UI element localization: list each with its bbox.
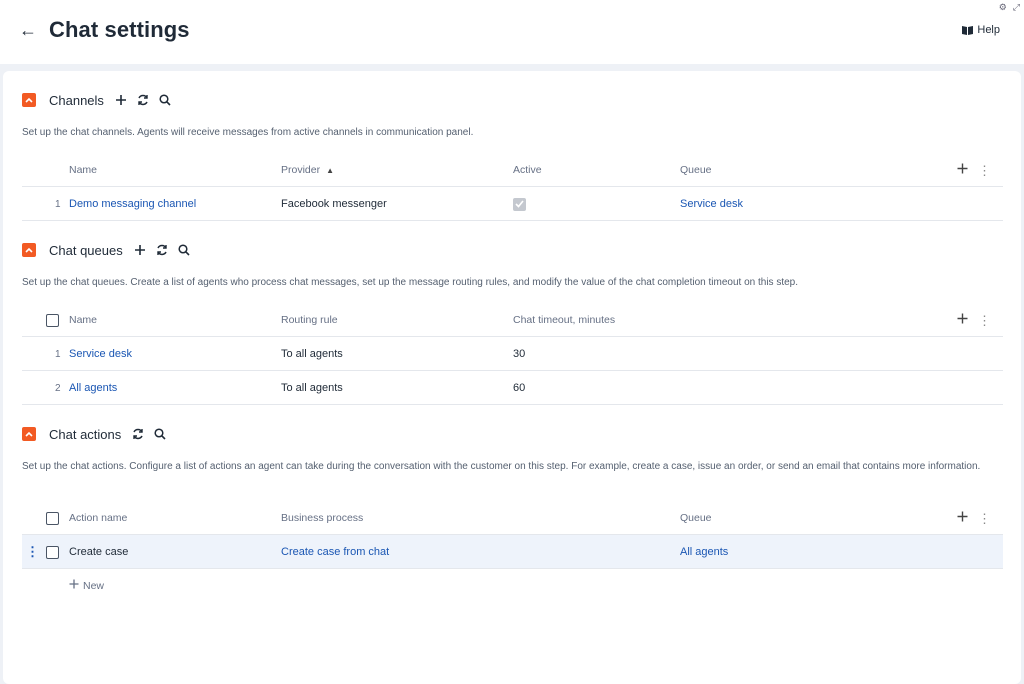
column-header-name[interactable]: Name — [69, 153, 97, 187]
queue-name-link[interactable]: Service desk — [69, 337, 132, 371]
table-row[interactable]: 2 All agents To all agents 60 — [22, 371, 1003, 405]
book-icon — [962, 25, 974, 35]
queues-header: Chat queues — [22, 240, 199, 260]
column-header-action-name[interactable]: Action name — [69, 501, 127, 535]
help-button[interactable]: Help — [962, 24, 1000, 36]
queues-description: Set up the chat queues. Create a list of… — [22, 277, 799, 288]
column-header-provider-label: Provider — [281, 164, 321, 176]
column-header-provider[interactable]: Provider ▲ — [281, 153, 334, 187]
action-name: Create case — [69, 546, 129, 558]
table-actions: ⋮ — [957, 501, 991, 535]
sort-ascending-icon: ▲ — [326, 165, 335, 175]
channel-name-link[interactable]: Demo messaging channel — [69, 187, 196, 221]
window-controls: ⚙ ⤢ — [999, 2, 1020, 13]
table-row[interactable]: 1 Service desk To all agents 30 — [22, 337, 1003, 371]
select-all-checkbox[interactable] — [46, 511, 59, 525]
channels-header: Channels — [22, 90, 180, 110]
refresh-icon[interactable] — [155, 243, 169, 257]
row-number: 1 — [55, 198, 61, 210]
add-column-icon[interactable] — [957, 163, 968, 177]
collapse-queues-button[interactable] — [22, 243, 36, 257]
column-header-routing-rule[interactable]: Routing rule — [281, 303, 338, 337]
queue-name-link[interactable]: All agents — [69, 371, 117, 405]
add-column-icon[interactable] — [957, 511, 968, 525]
active-checkbox-checked — [513, 197, 526, 211]
search-icon[interactable] — [177, 243, 191, 257]
gear-icon[interactable]: ⚙ — [999, 2, 1007, 13]
table-row[interactable]: ⋮ Create case Create case from chat All … — [22, 535, 1003, 569]
column-header-queue[interactable]: Queue — [680, 501, 712, 535]
add-icon[interactable] — [133, 243, 147, 257]
collapse-channels-button[interactable] — [22, 93, 36, 107]
table-actions: ⋮ — [957, 303, 991, 337]
select-all-checkbox-cell — [46, 501, 59, 535]
column-header-chat-timeout[interactable]: Chat timeout, minutes — [513, 303, 615, 337]
channel-provider: Facebook messenger — [281, 198, 387, 210]
row-checkbox[interactable] — [46, 545, 59, 559]
action-process-link[interactable]: Create case from chat — [281, 535, 389, 569]
refresh-icon[interactable] — [136, 93, 150, 107]
actions-title: Chat actions — [49, 426, 122, 442]
queues-table: Name Routing rule Chat timeout, minutes … — [22, 303, 1003, 405]
top-bar: ⚙ ⤢ ← Chat settings Help — [0, 0, 1024, 64]
actions-table: Action name Business process Queue ⋮ ⋮ C… — [22, 501, 1003, 569]
more-options-icon[interactable]: ⋮ — [978, 512, 991, 525]
back-arrow-icon[interactable]: ← — [19, 20, 37, 41]
action-queue-link[interactable]: All agents — [680, 535, 728, 569]
queues-title: Chat queues — [49, 242, 123, 258]
refresh-icon[interactable] — [131, 427, 145, 441]
column-header-business-process[interactable]: Business process — [281, 501, 363, 535]
channel-active — [513, 187, 526, 221]
table-row[interactable]: 1 Demo messaging channel Facebook messen… — [22, 187, 1003, 221]
table-header-row: Action name Business process Queue ⋮ — [22, 501, 1003, 535]
collapse-actions-button[interactable] — [22, 427, 36, 441]
channels-description: Set up the chat channels. Agents will re… — [22, 127, 474, 138]
select-all-checkbox[interactable] — [46, 313, 59, 327]
actions-description: Set up the chat actions. Configure a lis… — [22, 461, 981, 472]
queue-timeout: 60 — [513, 382, 526, 394]
table-actions: ⋮ — [957, 153, 991, 187]
add-icon[interactable] — [114, 93, 128, 107]
channel-queue-link[interactable]: Service desk — [680, 187, 743, 221]
row-checkbox-cell — [46, 535, 59, 569]
actions-header: Chat actions — [22, 424, 175, 444]
channels-title: Channels — [49, 92, 104, 108]
page-title: Chat settings — [49, 17, 190, 42]
more-options-icon[interactable]: ⋮ — [978, 314, 991, 327]
search-icon[interactable] — [153, 427, 167, 441]
row-number: 1 — [55, 348, 61, 360]
column-header-name[interactable]: Name — [69, 303, 97, 337]
column-header-active[interactable]: Active — [513, 153, 542, 187]
queue-routing-rule: To all agents — [281, 382, 343, 394]
row-number: 2 — [55, 382, 61, 394]
more-options-icon[interactable]: ⋮ — [978, 164, 991, 177]
content-area: Channels Set up the chat channels. Agent… — [0, 64, 1024, 684]
table-header-row: Name Routing rule Chat timeout, minutes … — [22, 303, 1003, 337]
add-column-icon[interactable] — [957, 313, 968, 327]
column-header-queue[interactable]: Queue — [680, 153, 712, 187]
table-header-row: Name Provider ▲ Active Queue ⋮ — [22, 153, 1003, 187]
help-label: Help — [977, 24, 1000, 36]
queue-routing-rule: To all agents — [281, 348, 343, 360]
channels-table: Name Provider ▲ Active Queue ⋮ 1 Demo me… — [22, 153, 1003, 221]
new-action-label: New — [83, 579, 105, 592]
add-icon — [69, 579, 79, 592]
search-icon[interactable] — [158, 93, 172, 107]
new-action-button[interactable]: New — [69, 579, 104, 592]
select-all-checkbox-cell — [46, 303, 59, 337]
row-drag-handle-icon[interactable]: ⋮ — [26, 535, 39, 569]
expand-icon[interactable]: ⤢ — [1013, 2, 1020, 13]
queue-timeout: 30 — [513, 348, 526, 360]
settings-card: Channels Set up the chat channels. Agent… — [3, 71, 1021, 684]
